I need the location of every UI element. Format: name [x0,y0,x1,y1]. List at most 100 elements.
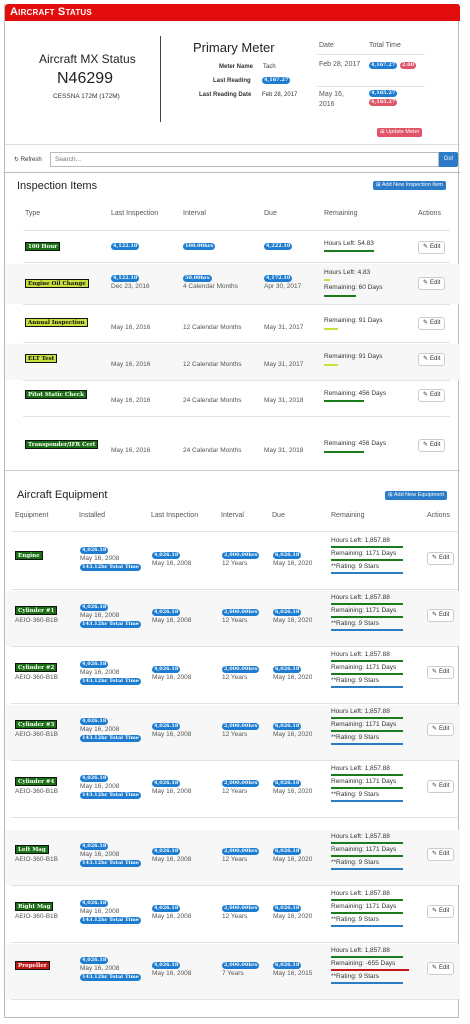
edit-button[interactable]: ✎ Edit [427,848,455,861]
total-time-badge: 143.12hr Total Time [80,792,141,799]
installed-date: May 16, 2008 [80,612,120,619]
hours-left: Hours Left: 1,857.88 [331,890,390,897]
col-last-inspection: Last Inspection [151,512,199,519]
equipment-row: Cylinder #2 AEIO-360-B1B 4,026.18 May 16… [5,648,460,703]
days-bar [331,912,403,914]
due-badge: 6,026.18 [273,962,302,969]
interval-text: 12 Years [222,788,248,795]
col-interval: Interval [183,210,206,217]
refresh-link[interactable]: ↻ Refresh [14,156,42,163]
add-equipment-button[interactable]: ⊞ Add New Equipment [385,491,447,500]
due-date: May 16, 2020 [273,856,313,863]
equipment-name-label: Cylinder #2 [15,663,58,672]
update-meter-button[interactable]: ⊞ Update Meter [377,128,423,137]
installed-badge: 4,026.18 [80,547,109,554]
equipment-row: Right Mag AEIO-360-B1B 4,026.18 May 16, … [5,887,460,942]
last-inspection-date: May 16, 2008 [152,856,192,863]
equipment-model: AEIO-360-B1B [15,731,58,738]
add-inspection-button[interactable]: ⊞ Add New Inspection Item [373,181,446,190]
equipment-name-label: Left Mag [15,845,49,854]
edit-button[interactable]: ✎ Edit [418,439,446,452]
last-inspection-badge: 4,026.18 [152,723,181,730]
days-bar [331,616,403,618]
pencil-icon: ✎ [423,320,429,326]
interval-text: 7 Years [222,970,244,977]
installed-date: May 16, 2008 [80,908,120,915]
edit-button[interactable]: ✎ Edit [427,609,455,622]
days-remaining: Remaining: 1171 Days [331,903,397,910]
due-badge: 6,026.18 [273,723,302,730]
inspection-row: 100 Hour 4,122.10 100.00hrs 4,222.10 Hou… [5,232,460,262]
days-bar [331,673,403,675]
edit-button[interactable]: ✎ Edit [427,552,455,565]
days-bar [331,559,403,561]
col-type: Type [25,210,41,217]
edit-button[interactable]: ✎ Edit [418,317,446,330]
table-divider [23,416,450,417]
inspection-type-label: Engine Oil Change [25,279,89,288]
last-inspection-badge: 4,026.18 [152,609,181,616]
days-remaining: Remaining: 91 Days [324,353,383,360]
installed-date: May 16, 2008 [80,555,120,562]
interval-text: 12 Years [222,913,248,920]
hours-bar [331,717,403,719]
installed-badge: 4,026.18 [80,775,109,782]
equipment-table-header: Equipment Installed Last Inspection Inte… [5,512,460,524]
last-inspection-badge: 4,026.18 [152,552,181,559]
due-date: May 31, 2018 [264,447,304,454]
pencil-icon: ✎ [423,280,429,286]
rating: **Rating: 9 Stars [331,859,380,866]
last-inspection-date: May 16, 2008 [152,617,192,624]
interval-text: 12 Years [222,674,248,681]
edit-button[interactable]: ✎ Edit [427,723,455,736]
meter-history-date-header: Date [319,42,334,49]
equipment-row: Cylinder #3 AEIO-360-B1B 4,026.18 May 16… [5,705,460,760]
col-due: Due [272,512,285,519]
interval-badge: 2,000.00hrs [222,780,260,787]
pencil-icon: ✎ [432,669,438,675]
edit-button[interactable]: ✎ Edit [427,780,455,793]
last-inspection-badge: 4,122.10 [111,275,140,282]
hours-bar [331,774,403,776]
interval-text: 12 Calendar Months [183,324,242,331]
search-input[interactable] [50,152,439,167]
equipment-title: Aircraft Equipment [17,489,108,501]
hours-left: Hours Left: 1,857.88 [331,947,390,954]
last-inspection-date: May 16, 2008 [152,674,192,681]
equipment-name-label: Cylinder #1 [15,606,58,615]
interval-text: 12 Years [222,731,248,738]
inspection-type-label: Transponder/IFR Cert [25,440,99,449]
hours-left: Hours Left: 1,857.88 [331,537,390,544]
inspection-row: Engine Oil Change 4,122.10 Dec 23, 2016 … [5,264,460,304]
days-bar [331,969,409,971]
equipment-name-label: Engine [15,551,43,560]
inspection-title: Inspection Items [17,180,98,192]
edit-button[interactable]: ✎ Edit [427,666,455,679]
last-inspection-date: May 16, 2008 [152,913,192,920]
edit-button[interactable]: ✎ Edit [418,389,446,402]
meter-history-delta-badge: 2.00 [400,62,417,69]
search-go-button[interactable]: Go! [439,152,458,167]
edit-button[interactable]: ✎ Edit [418,353,446,366]
equipment-model: AEIO-360-B1B [15,913,58,920]
pencil-icon: ✎ [432,965,438,971]
due-badge: 4,222.10 [264,243,293,250]
interval-badge: 2,000.00hrs [222,962,260,969]
edit-button[interactable]: ✎ Edit [418,277,446,290]
col-actions: Actions [418,210,441,217]
edit-button[interactable]: ✎ Edit [418,241,446,254]
equipment-name-label: Cylinder #3 [15,720,58,729]
due-date: May 16, 2015 [273,970,313,977]
inspection-type-label: Pitot Static Check [25,390,87,399]
days-remaining: Remaining: 60 Days [324,284,383,291]
aircraft-status-window: Aircraft Status Aircraft MX Status N4629… [4,4,460,1018]
equipment-row: Propeller 4,026.18 May 16, 2008 143.12hr… [5,944,460,999]
rating-bar [331,743,403,745]
interval-badge: 2,000.00hrs [222,609,260,616]
interval-badge: 2,000.00hrs [222,552,260,559]
edit-button[interactable]: ✎ Edit [427,905,455,918]
days-remaining: Remaining: 456 Days [324,390,387,397]
edit-button[interactable]: ✎ Edit [427,962,455,975]
meter-history-total-header: Total Time [369,42,401,49]
total-time-badge: 143.12hr Total Time [80,621,141,628]
